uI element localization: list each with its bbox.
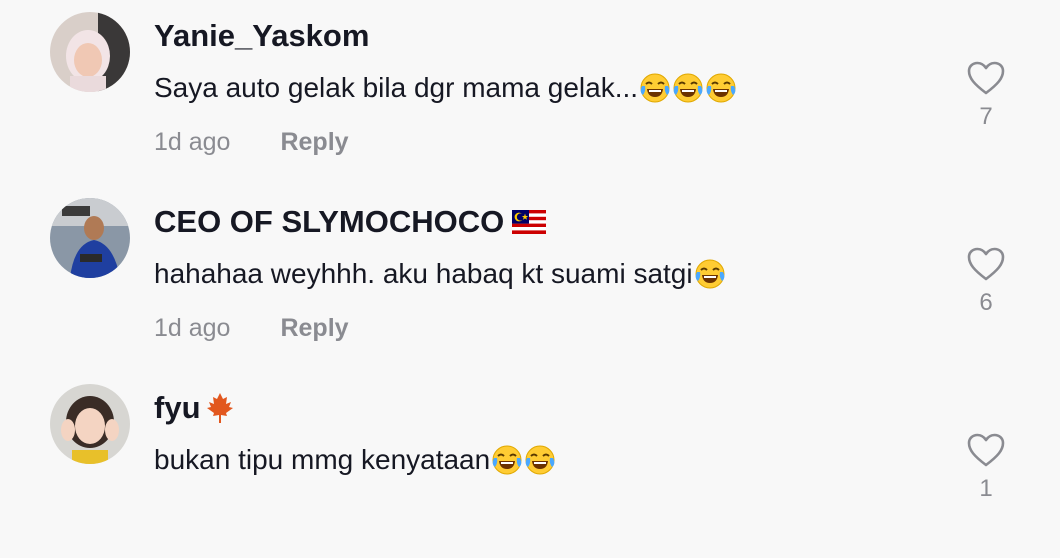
username-text[interactable]: fyu — [154, 390, 201, 426]
username-text[interactable]: CEO OF SLYMOCHOCO — [154, 204, 504, 240]
comment-text: Saya auto gelak bila dgr mama gelak... — [154, 72, 737, 104]
laughing-emoji-icon — [705, 72, 737, 104]
heart-icon[interactable] — [966, 432, 1006, 468]
comment-meta: 1d ago Reply — [154, 314, 349, 343]
laughing-emoji-icon — [524, 444, 556, 476]
comment-username[interactable]: CEO OF SLYMOCHOCO — [154, 204, 547, 240]
reply-button[interactable]: Reply — [280, 128, 348, 157]
malaysia-flag-icon — [512, 210, 547, 234]
comment-time: 1d ago — [154, 314, 231, 342]
like-count: 7 — [979, 103, 993, 130]
comment-time: 1d ago — [154, 128, 231, 156]
laughing-emoji-icon — [491, 444, 523, 476]
comment-item: Yanie_Yaskom Saya auto gelak bila dgr ma… — [0, 0, 1060, 186]
laughing-emoji-icon — [672, 72, 704, 104]
comment-text: bukan tipu mmg kenyataan — [154, 444, 556, 476]
avatar[interactable] — [50, 12, 130, 92]
comment-username[interactable]: fyu — [154, 390, 237, 426]
avatar[interactable] — [50, 384, 130, 464]
laughing-emoji-icon — [694, 258, 726, 290]
like-button[interactable]: 6 — [964, 246, 1008, 317]
like-count: 6 — [979, 289, 993, 316]
like-button[interactable]: 7 — [964, 60, 1008, 131]
heart-icon[interactable] — [966, 60, 1006, 96]
avatar[interactable] — [50, 198, 130, 278]
comment-item: fyu bukan tipu mmg kenyataan 1 — [0, 372, 1060, 558]
reply-button[interactable]: Reply — [280, 314, 348, 343]
username-text[interactable]: Yanie_Yaskom — [154, 18, 369, 54]
comment-meta: 1d ago Reply — [154, 128, 349, 157]
comment-username[interactable]: Yanie_Yaskom — [154, 18, 369, 54]
maple-leaf-icon — [206, 393, 233, 423]
like-count: 1 — [979, 475, 993, 502]
comment-item: CEO OF SLYMOCHOCO hahahaa weyhhh. aku ha… — [0, 186, 1060, 372]
comment-body: hahahaa weyhhh. aku habaq kt suami satgi — [154, 258, 693, 289]
comment-text: hahahaa weyhhh. aku habaq kt suami satgi — [154, 258, 726, 290]
like-button[interactable]: 1 — [964, 432, 1008, 503]
laughing-emoji-icon — [639, 72, 671, 104]
comment-body: Saya auto gelak bila dgr mama gelak... — [154, 72, 639, 103]
comment-body: bukan tipu mmg kenyataan — [154, 444, 491, 475]
heart-icon[interactable] — [966, 246, 1006, 282]
